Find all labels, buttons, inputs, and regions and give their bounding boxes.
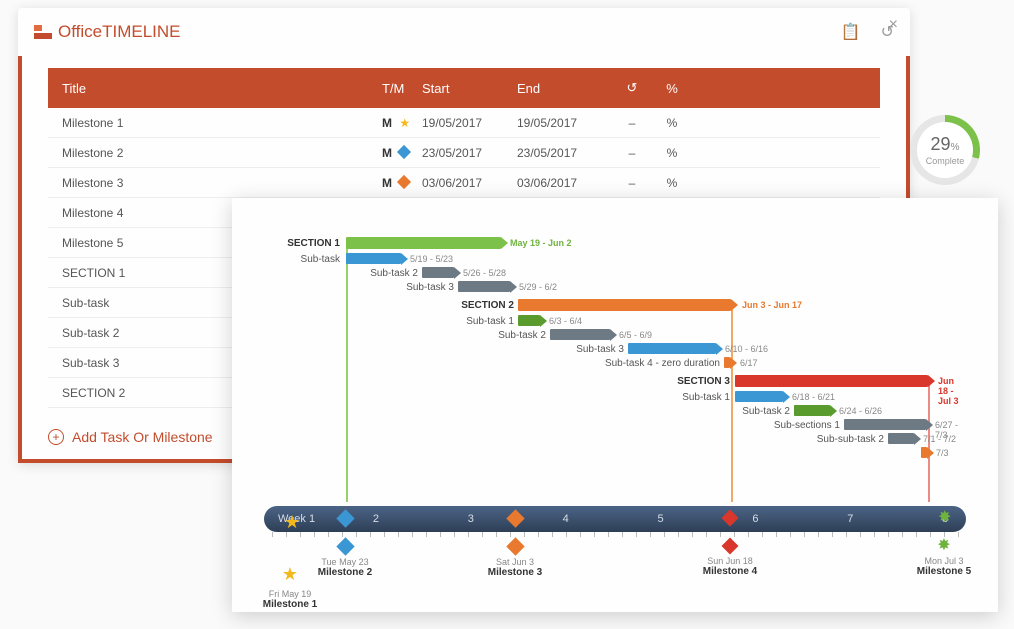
- table-header: Title T/M Start End ↺ %: [48, 68, 880, 108]
- axis-milestone-icon: ★: [284, 512, 300, 533]
- sec1-t3-bar[interactable]: [458, 281, 510, 292]
- progress-pct: %: [951, 142, 960, 153]
- section3-label: SECTION 3: [677, 376, 730, 387]
- sec3-t1-label: Sub-task 1: [682, 392, 730, 403]
- sec3-t4-label: Sub-sub-task 2: [817, 434, 884, 445]
- col-title: Title: [62, 81, 382, 96]
- timeline-axis: Week 12345678★✸: [264, 506, 966, 532]
- sec1-t1-label: Sub-task: [301, 254, 340, 265]
- sec2-t3-bar[interactable]: [628, 343, 716, 354]
- sec3-t2-label: Sub-task 2: [742, 406, 790, 417]
- sec2-t2-bar[interactable]: [550, 329, 610, 340]
- section2-range: Jun 3 - Jun 17: [742, 300, 802, 310]
- sec3-t3-label: Sub-sections 1: [774, 420, 840, 431]
- sec2-t3-label: Sub-task 3: [576, 344, 624, 355]
- sec2-t4-bar[interactable]: [724, 357, 730, 368]
- sec3-t2-bar[interactable]: [794, 405, 830, 416]
- sec2-t1-dates: 6/3 - 6/4: [549, 316, 582, 326]
- sec1-t1-bar[interactable]: [346, 253, 401, 264]
- section1-vline: [346, 242, 348, 502]
- progress-ring: 29% Complete: [910, 115, 980, 185]
- table-row[interactable]: Milestone 1M ★19/05/201719/05/2017–%: [48, 108, 880, 138]
- logo-mark-icon: [34, 25, 52, 39]
- axis-milestone-icon: ✸: [938, 512, 951, 524]
- axis-milestone-icon: [336, 509, 354, 527]
- progress-value: 29: [931, 134, 951, 154]
- axis-milestone-icon: [506, 509, 524, 527]
- sec3-t4-bar[interactable]: [888, 433, 914, 444]
- section1-bar[interactable]: [346, 237, 501, 249]
- sec3-t1-dates: 6/18 - 6/21: [792, 392, 835, 402]
- gantt-chart-panel: SECTION 1 May 19 - Jun 2 Sub-task 5/19 -…: [232, 198, 998, 612]
- sec2-t4-dates: 6/17: [740, 358, 758, 368]
- sec2-t1-bar[interactable]: [518, 315, 540, 326]
- sec3-t2-dates: 6/24 - 6/26: [839, 406, 882, 416]
- close-icon[interactable]: ×: [889, 16, 898, 34]
- add-task-label: Add Task Or Milestone: [72, 429, 213, 445]
- gantt-area: SECTION 1 May 19 - Jun 2 Sub-task 5/19 -…: [264, 224, 966, 502]
- sec1-t3-dates: 5/29 - 6/2: [519, 282, 557, 292]
- sec2-t4-label: Sub-task 4 - zero duration: [605, 358, 720, 369]
- milestone-marker[interactable]: Sun Jun 18Milestone 4: [685, 540, 775, 577]
- col-pct: %: [652, 81, 692, 96]
- logo-text-a: Office: [58, 22, 102, 41]
- logo-text-b: TIMELINE: [102, 22, 180, 41]
- section2-bar[interactable]: [518, 299, 731, 311]
- milestone-marker[interactable]: Sat Jun 3Milestone 3: [470, 540, 560, 578]
- axis-milestone-icon: [722, 510, 739, 527]
- table-row[interactable]: Milestone 3M 03/06/201703/06/2017–%: [48, 168, 880, 198]
- sec3-t3-bar[interactable]: [844, 419, 926, 430]
- sec1-t2-dates: 5/26 - 5/28: [463, 268, 506, 278]
- sec3-t1-bar[interactable]: [735, 391, 783, 402]
- milestone-row: ★Fri May 19Milestone 1Tue May 23Mileston…: [264, 540, 966, 600]
- sec1-t2-label: Sub-task 2: [370, 268, 418, 279]
- col-start: Start: [422, 81, 517, 96]
- sec3-t5-dates: 7/3: [936, 448, 949, 458]
- milestone-marker[interactable]: Tue May 23Milestone 2: [300, 540, 390, 578]
- section1-range: May 19 - Jun 2: [510, 238, 572, 248]
- milestone-marker[interactable]: ✸Mon Jul 3Milestone 5: [899, 540, 989, 577]
- app-logo: OfficeTIMELINE: [34, 22, 181, 42]
- plus-icon: +: [48, 429, 64, 445]
- section3-bar[interactable]: [735, 375, 928, 387]
- sec1-t1-dates: 5/19 - 5/23: [410, 254, 453, 264]
- col-elapsed: ↺: [612, 80, 652, 96]
- section1-label: SECTION 1: [287, 238, 340, 249]
- col-tm: T/M: [382, 81, 422, 96]
- timeline-minor-ticks: [264, 532, 966, 540]
- section2-vline: [731, 304, 733, 502]
- sec3-t4-dates: 7/1 - 7/2: [923, 434, 956, 444]
- sec2-t1-label: Sub-task 1: [466, 316, 514, 327]
- progress-label: Complete: [926, 156, 965, 166]
- window-header: OfficeTIMELINE 📋 ↺: [18, 8, 910, 56]
- section3-range: Jun 18 - Jul 3: [938, 376, 966, 406]
- sec2-t3-dates: 6/10 - 6/16: [725, 344, 768, 354]
- sec2-t2-dates: 6/5 - 6/9: [619, 330, 652, 340]
- section2-label: SECTION 2: [461, 300, 514, 311]
- sec1-t2-bar[interactable]: [422, 267, 454, 278]
- sec1-t3-label: Sub-task 3: [406, 282, 454, 293]
- sec3-t5-bar[interactable]: [921, 447, 927, 458]
- table-row[interactable]: Milestone 2M 23/05/201723/05/2017–%: [48, 138, 880, 168]
- clipboard-icon[interactable]: 📋: [841, 22, 861, 42]
- sec2-t2-label: Sub-task 2: [498, 330, 546, 341]
- add-task-button[interactable]: + Add Task Or Milestone: [48, 429, 213, 445]
- col-end: End: [517, 81, 612, 96]
